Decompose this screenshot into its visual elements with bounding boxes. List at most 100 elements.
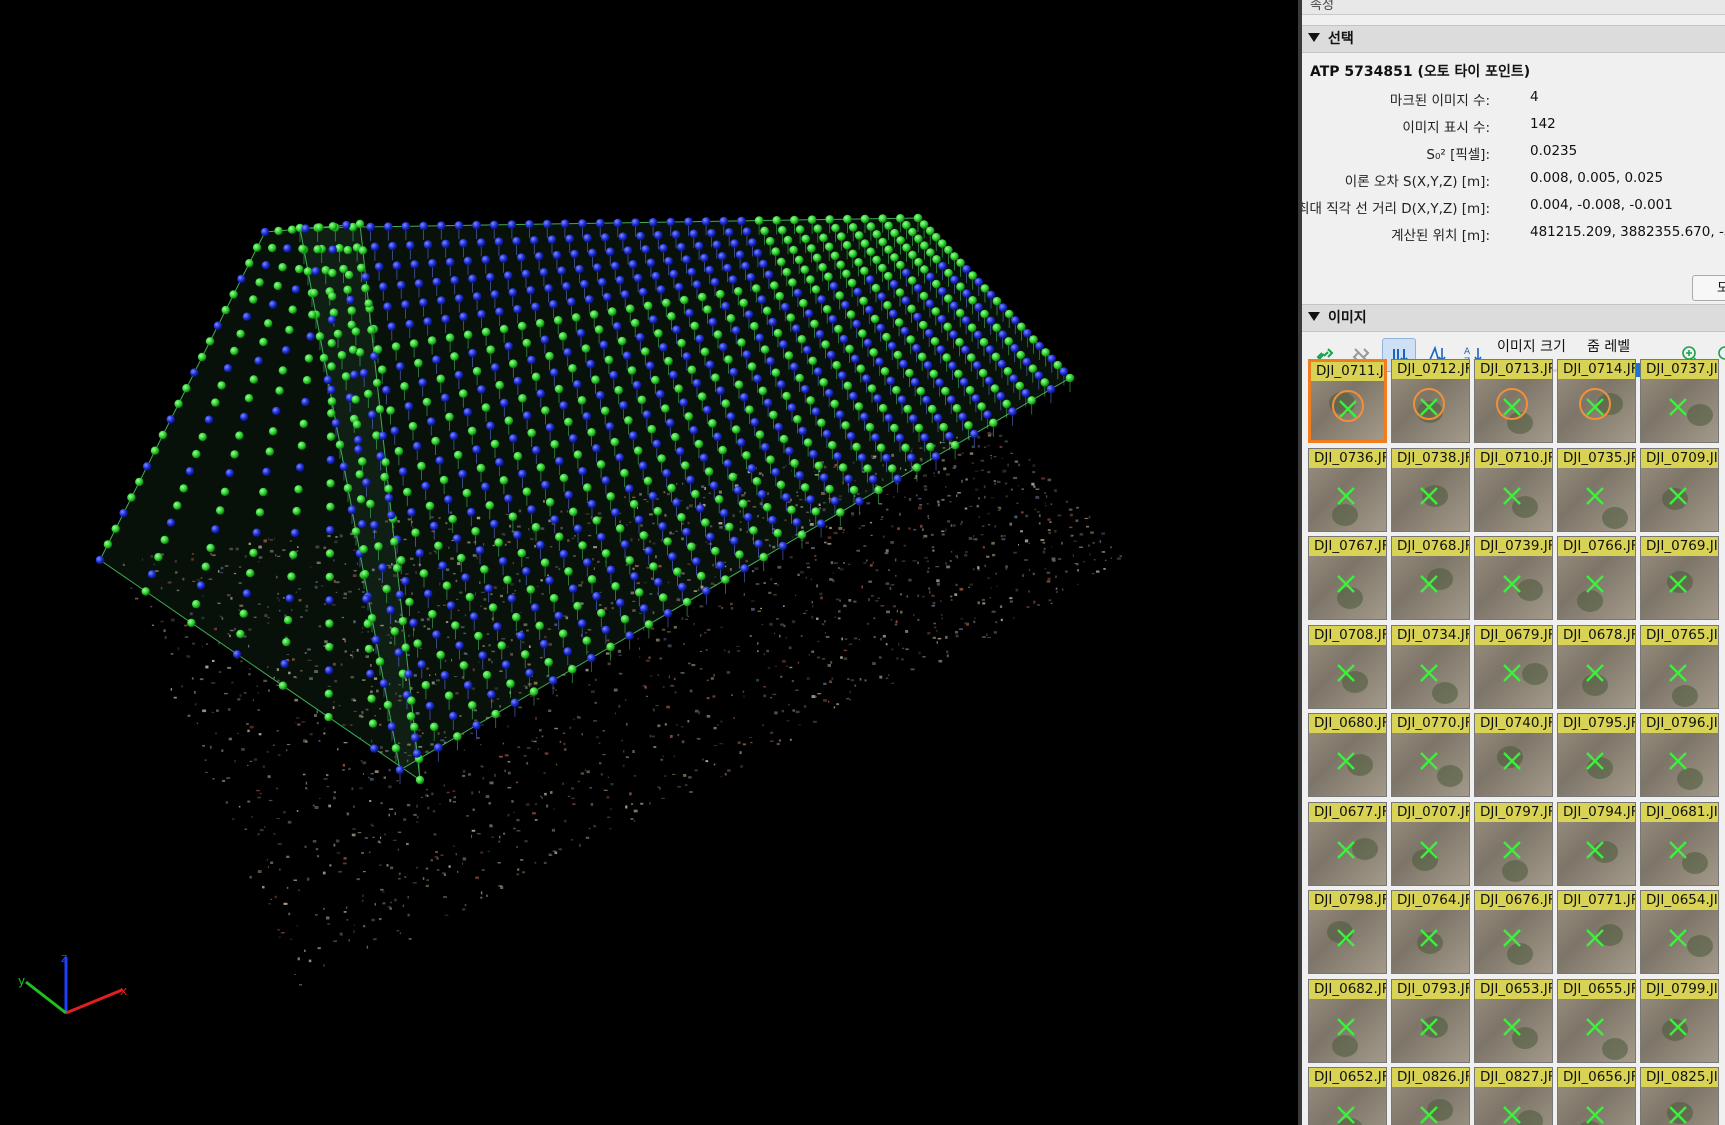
point-cloud-scene[interactable]: z x y <box>0 0 1298 1125</box>
camera-position[interactable] <box>576 328 586 338</box>
camera-position[interactable] <box>512 236 521 246</box>
camera-position[interactable] <box>633 446 643 456</box>
camera-position[interactable] <box>734 380 744 390</box>
camera-position[interactable] <box>404 402 414 411</box>
camera-position[interactable] <box>522 487 532 497</box>
camera-position[interactable] <box>973 330 983 340</box>
camera-position[interactable] <box>824 272 833 282</box>
image-thumbnail[interactable]: DJI_0708.JF <box>1308 624 1387 709</box>
camera-position[interactable] <box>682 352 692 361</box>
camera-position[interactable] <box>908 250 917 260</box>
camera-position[interactable] <box>343 245 352 255</box>
camera-position[interactable] <box>944 245 953 255</box>
camera-position[interactable] <box>945 431 954 441</box>
camera-position[interactable] <box>618 232 628 241</box>
camera-position[interactable] <box>922 395 931 405</box>
camera-position[interactable] <box>249 375 258 384</box>
camera-position[interactable] <box>989 418 998 428</box>
camera-position[interactable] <box>643 476 653 486</box>
camera-position[interactable] <box>362 478 371 487</box>
camera-position[interactable] <box>669 269 679 279</box>
camera-position[interactable] <box>950 252 959 261</box>
camera-position[interactable] <box>364 644 374 654</box>
camera-position[interactable] <box>765 236 775 246</box>
camera-position[interactable] <box>352 420 362 429</box>
camera-position[interactable] <box>351 527 361 536</box>
camera-position[interactable] <box>259 337 268 347</box>
camera-position[interactable] <box>630 572 639 581</box>
camera-position[interactable] <box>901 443 910 453</box>
camera-position[interactable] <box>459 312 468 322</box>
camera-position[interactable] <box>874 485 883 495</box>
camera-position[interactable] <box>724 355 733 364</box>
camera-position[interactable] <box>724 228 734 237</box>
camera-position[interactable] <box>441 239 451 249</box>
camera-position[interactable] <box>757 489 767 499</box>
camera-position[interactable] <box>667 312 676 321</box>
camera-position[interactable] <box>504 416 514 426</box>
camera-position[interactable] <box>315 223 324 232</box>
camera-position[interactable] <box>949 301 959 311</box>
camera-position[interactable] <box>931 307 941 316</box>
camera-position[interactable] <box>391 342 401 351</box>
camera-position[interactable] <box>541 480 550 490</box>
camera-position[interactable] <box>491 709 501 719</box>
camera-position[interactable] <box>1027 396 1036 405</box>
camera-position[interactable] <box>825 215 834 224</box>
camera-position[interactable] <box>679 398 688 407</box>
camera-position[interactable] <box>415 548 425 558</box>
camera-position[interactable] <box>570 249 579 259</box>
camera-position[interactable] <box>779 340 788 349</box>
camera-position[interactable] <box>577 396 587 405</box>
camera-position[interactable] <box>607 307 617 316</box>
camera-position[interactable] <box>980 309 989 319</box>
camera-position[interactable] <box>468 701 477 710</box>
camera-position[interactable] <box>880 367 890 376</box>
camera-position[interactable] <box>844 474 853 484</box>
camera-position[interactable] <box>553 316 563 325</box>
camera-position[interactable] <box>974 302 983 312</box>
camera-position[interactable] <box>436 650 446 660</box>
camera-position[interactable] <box>272 406 281 416</box>
camera-position[interactable] <box>711 546 720 556</box>
camera-position[interactable] <box>348 345 358 354</box>
camera-position[interactable] <box>753 248 763 258</box>
camera-position[interactable] <box>763 502 772 512</box>
camera-position[interactable] <box>436 374 446 384</box>
camera-position[interactable] <box>588 248 597 258</box>
camera-position[interactable] <box>232 650 242 659</box>
camera-position[interactable] <box>965 385 975 395</box>
camera-position[interactable] <box>204 415 214 424</box>
camera-position[interactable] <box>592 591 601 601</box>
camera-position[interactable] <box>653 506 663 516</box>
camera-position[interactable] <box>935 378 944 387</box>
camera-position[interactable] <box>712 240 722 249</box>
camera-position[interactable] <box>410 722 419 732</box>
camera-position[interactable] <box>950 275 959 285</box>
camera-position[interactable] <box>587 499 597 509</box>
camera-position[interactable] <box>836 260 845 270</box>
camera-position[interactable] <box>325 619 334 628</box>
camera-position[interactable] <box>695 334 705 344</box>
camera-position[interactable] <box>182 384 191 393</box>
camera-position[interactable] <box>866 222 876 231</box>
camera-position[interactable] <box>347 320 356 329</box>
camera-position[interactable] <box>854 231 864 240</box>
camera-position[interactable] <box>729 367 739 377</box>
image-thumbnail[interactable]: DJI_0654.JI <box>1640 890 1719 974</box>
camera-position[interactable] <box>707 228 716 238</box>
camera-position[interactable] <box>914 234 923 244</box>
camera-position[interactable] <box>734 287 743 296</box>
camera-position[interactable] <box>855 496 864 506</box>
camera-position[interactable] <box>347 306 357 316</box>
camera-position[interactable] <box>285 594 294 603</box>
camera-position[interactable] <box>728 275 738 284</box>
camera-position[interactable] <box>848 249 858 259</box>
camera-position[interactable] <box>327 409 336 418</box>
camera-position[interactable] <box>782 267 792 277</box>
camera-position[interactable] <box>932 279 941 289</box>
camera-position[interactable] <box>597 608 606 618</box>
camera-position[interactable] <box>849 391 858 401</box>
camera-position[interactable] <box>828 440 837 450</box>
camera-position[interactable] <box>892 385 901 395</box>
